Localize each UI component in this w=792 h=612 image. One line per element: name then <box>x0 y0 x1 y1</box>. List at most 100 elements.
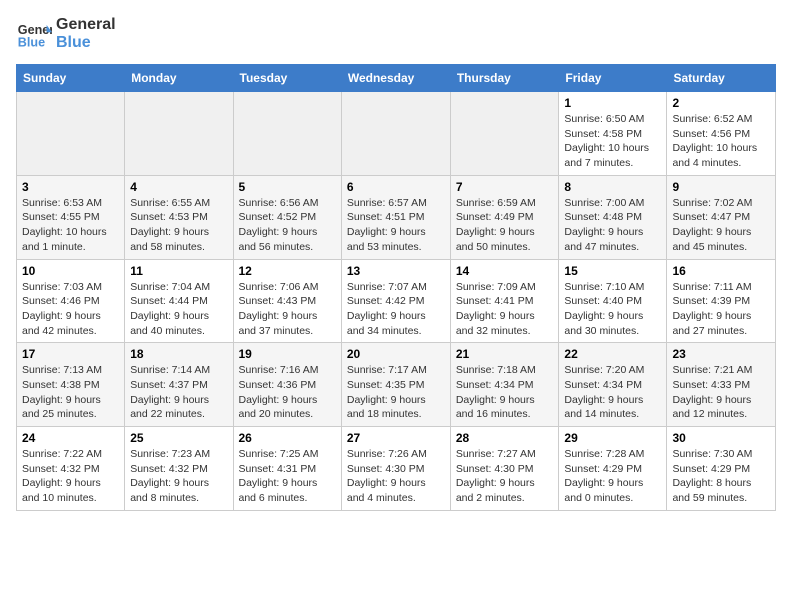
calendar-header-row: SundayMondayTuesdayWednesdayThursdayFrid… <box>17 65 776 92</box>
calendar-cell: 16 Sunrise: 7:11 AM Sunset: 4:39 PM Dayli… <box>667 259 776 343</box>
calendar-cell: 26 Sunrise: 7:25 AM Sunset: 4:31 PM Dayli… <box>233 427 341 511</box>
calendar-cell <box>17 92 125 176</box>
day-info: Sunrise: 7:02 AM Sunset: 4:47 PM Dayligh… <box>672 196 770 255</box>
day-info: Sunrise: 7:10 AM Sunset: 4:40 PM Dayligh… <box>564 280 661 339</box>
calendar-cell: 5 Sunrise: 6:56 AM Sunset: 4:52 PM Daylig… <box>233 175 341 259</box>
day-number: 17 <box>22 347 119 361</box>
day-number: 25 <box>130 431 227 445</box>
day-number: 30 <box>672 431 770 445</box>
calendar-cell: 13 Sunrise: 7:07 AM Sunset: 4:42 PM Dayli… <box>341 259 450 343</box>
day-info: Sunrise: 7:03 AM Sunset: 4:46 PM Dayligh… <box>22 280 119 339</box>
day-info: Sunrise: 6:59 AM Sunset: 4:49 PM Dayligh… <box>456 196 554 255</box>
weekday-header-thursday: Thursday <box>450 65 559 92</box>
day-info: Sunrise: 6:53 AM Sunset: 4:55 PM Dayligh… <box>22 196 119 255</box>
day-info: Sunrise: 7:18 AM Sunset: 4:34 PM Dayligh… <box>456 363 554 422</box>
calendar-cell: 4 Sunrise: 6:55 AM Sunset: 4:53 PM Daylig… <box>125 175 233 259</box>
logo: General Blue General Blue <box>16 16 116 52</box>
calendar-cell: 24Sunrise: 7:22 AM Sunset: 4:32 PM Dayli… <box>17 427 125 511</box>
week-row-4: 24Sunrise: 7:22 AM Sunset: 4:32 PM Dayli… <box>17 427 776 511</box>
day-info: Sunrise: 6:55 AM Sunset: 4:53 PM Dayligh… <box>130 196 227 255</box>
calendar-cell <box>125 92 233 176</box>
calendar-cell <box>233 92 341 176</box>
day-info: Sunrise: 7:06 AM Sunset: 4:43 PM Dayligh… <box>239 280 336 339</box>
day-number: 16 <box>672 264 770 278</box>
day-info: Sunrise: 7:16 AM Sunset: 4:36 PM Dayligh… <box>239 363 336 422</box>
weekday-header-tuesday: Tuesday <box>233 65 341 92</box>
day-info: Sunrise: 7:14 AM Sunset: 4:37 PM Dayligh… <box>130 363 227 422</box>
day-number: 13 <box>347 264 445 278</box>
calendar: SundayMondayTuesdayWednesdayThursdayFrid… <box>16 64 776 511</box>
weekday-header-saturday: Saturday <box>667 65 776 92</box>
calendar-cell: 20Sunrise: 7:17 AM Sunset: 4:35 PM Dayli… <box>341 343 450 427</box>
day-number: 3 <box>22 180 119 194</box>
week-row-3: 17 Sunrise: 7:13 AM Sunset: 4:38 PM Dayli… <box>17 343 776 427</box>
day-number: 4 <box>130 180 227 194</box>
day-number: 6 <box>347 180 445 194</box>
calendar-cell: 7Sunrise: 6:59 AM Sunset: 4:49 PM Daylig… <box>450 175 559 259</box>
calendar-cell: 22Sunrise: 7:20 AM Sunset: 4:34 PM Dayli… <box>559 343 667 427</box>
calendar-cell: 19 Sunrise: 7:16 AM Sunset: 4:36 PM Dayli… <box>233 343 341 427</box>
svg-text:Blue: Blue <box>18 36 45 50</box>
calendar-cell: 29 Sunrise: 7:28 AM Sunset: 4:29 PM Dayli… <box>559 427 667 511</box>
logo-text-blue: Blue <box>56 34 116 52</box>
calendar-cell: 6 Sunrise: 6:57 AM Sunset: 4:51 PM Daylig… <box>341 175 450 259</box>
day-number: 14 <box>456 264 554 278</box>
calendar-cell <box>450 92 559 176</box>
day-info: Sunrise: 7:22 AM Sunset: 4:32 PM Dayligh… <box>22 447 119 506</box>
day-info: Sunrise: 6:57 AM Sunset: 4:51 PM Dayligh… <box>347 196 445 255</box>
calendar-cell: 1 Sunrise: 6:50 AM Sunset: 4:58 PM Daylig… <box>559 92 667 176</box>
week-row-2: 10 Sunrise: 7:03 AM Sunset: 4:46 PM Dayli… <box>17 259 776 343</box>
calendar-cell: 11Sunrise: 7:04 AM Sunset: 4:44 PM Dayli… <box>125 259 233 343</box>
day-number: 27 <box>347 431 445 445</box>
day-info: Sunrise: 6:56 AM Sunset: 4:52 PM Dayligh… <box>239 196 336 255</box>
day-info: Sunrise: 7:04 AM Sunset: 4:44 PM Dayligh… <box>130 280 227 339</box>
weekday-header-sunday: Sunday <box>17 65 125 92</box>
day-info: Sunrise: 7:23 AM Sunset: 4:32 PM Dayligh… <box>130 447 227 506</box>
day-info: Sunrise: 7:11 AM Sunset: 4:39 PM Dayligh… <box>672 280 770 339</box>
day-info: Sunrise: 7:25 AM Sunset: 4:31 PM Dayligh… <box>239 447 336 506</box>
calendar-cell: 23Sunrise: 7:21 AM Sunset: 4:33 PM Dayli… <box>667 343 776 427</box>
calendar-cell: 15Sunrise: 7:10 AM Sunset: 4:40 PM Dayli… <box>559 259 667 343</box>
day-info: Sunrise: 6:50 AM Sunset: 4:58 PM Dayligh… <box>564 112 661 171</box>
day-number: 18 <box>130 347 227 361</box>
day-number: 12 <box>239 264 336 278</box>
day-number: 1 <box>564 96 661 110</box>
day-number: 2 <box>672 96 770 110</box>
day-number: 9 <box>672 180 770 194</box>
day-number: 5 <box>239 180 336 194</box>
day-info: Sunrise: 7:30 AM Sunset: 4:29 PM Dayligh… <box>672 447 770 506</box>
weekday-header-friday: Friday <box>559 65 667 92</box>
calendar-cell: 9 Sunrise: 7:02 AM Sunset: 4:47 PM Daylig… <box>667 175 776 259</box>
day-number: 23 <box>672 347 770 361</box>
day-number: 29 <box>564 431 661 445</box>
calendar-cell: 14 Sunrise: 7:09 AM Sunset: 4:41 PM Dayli… <box>450 259 559 343</box>
calendar-cell: 2 Sunrise: 6:52 AM Sunset: 4:56 PM Daylig… <box>667 92 776 176</box>
day-number: 8 <box>564 180 661 194</box>
week-row-1: 3 Sunrise: 6:53 AM Sunset: 4:55 PM Daylig… <box>17 175 776 259</box>
day-number: 21 <box>456 347 554 361</box>
calendar-cell: 27 Sunrise: 7:26 AM Sunset: 4:30 PM Dayli… <box>341 427 450 511</box>
weekday-header-wednesday: Wednesday <box>341 65 450 92</box>
calendar-cell: 3 Sunrise: 6:53 AM Sunset: 4:55 PM Daylig… <box>17 175 125 259</box>
day-number: 26 <box>239 431 336 445</box>
week-row-0: 1 Sunrise: 6:50 AM Sunset: 4:58 PM Daylig… <box>17 92 776 176</box>
day-info: Sunrise: 7:13 AM Sunset: 4:38 PM Dayligh… <box>22 363 119 422</box>
day-info: Sunrise: 7:09 AM Sunset: 4:41 PM Dayligh… <box>456 280 554 339</box>
day-info: Sunrise: 7:28 AM Sunset: 4:29 PM Dayligh… <box>564 447 661 506</box>
calendar-cell: 17 Sunrise: 7:13 AM Sunset: 4:38 PM Dayli… <box>17 343 125 427</box>
day-info: Sunrise: 7:07 AM Sunset: 4:42 PM Dayligh… <box>347 280 445 339</box>
weekday-header-monday: Monday <box>125 65 233 92</box>
calendar-cell: 10 Sunrise: 7:03 AM Sunset: 4:46 PM Dayli… <box>17 259 125 343</box>
calendar-cell: 8Sunrise: 7:00 AM Sunset: 4:48 PM Daylig… <box>559 175 667 259</box>
day-number: 10 <box>22 264 119 278</box>
logo-icon: General Blue <box>16 16 52 52</box>
day-number: 22 <box>564 347 661 361</box>
calendar-cell <box>341 92 450 176</box>
calendar-cell: 21 Sunrise: 7:18 AM Sunset: 4:34 PM Dayli… <box>450 343 559 427</box>
day-info: Sunrise: 7:26 AM Sunset: 4:30 PM Dayligh… <box>347 447 445 506</box>
day-number: 28 <box>456 431 554 445</box>
calendar-cell: 28Sunrise: 7:27 AM Sunset: 4:30 PM Dayli… <box>450 427 559 511</box>
day-info: Sunrise: 6:52 AM Sunset: 4:56 PM Dayligh… <box>672 112 770 171</box>
header: General Blue General Blue <box>16 16 776 52</box>
day-number: 19 <box>239 347 336 361</box>
